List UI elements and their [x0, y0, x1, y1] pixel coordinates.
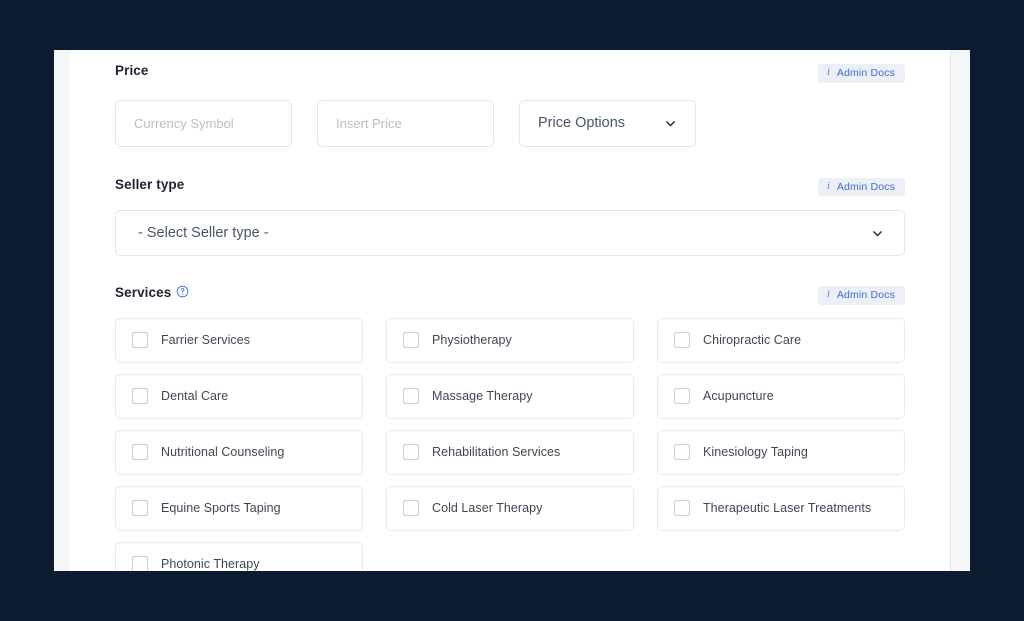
- service-label: Massage Therapy: [432, 389, 533, 403]
- checkbox-icon[interactable]: [132, 500, 148, 516]
- currency-symbol-placeholder: Currency Symbol: [134, 115, 234, 131]
- checkbox-icon[interactable]: [674, 500, 690, 516]
- services-header: Services i Admin Docs: [115, 285, 905, 305]
- checkbox-icon[interactable]: [674, 388, 690, 404]
- service-checkbox-item[interactable]: Physiotherapy: [386, 317, 634, 363]
- services-checkbox-grid: Farrier Services Physiotherapy Chiropracti…: [115, 317, 905, 571]
- service-label: Dental Care: [161, 389, 229, 403]
- info-icon: i: [826, 289, 830, 300]
- price-fields-row: Currency Symbol Insert Price Price Optio…: [115, 99, 905, 147]
- checkbox-icon[interactable]: [132, 388, 148, 404]
- checkbox-icon[interactable]: [403, 332, 419, 348]
- checkbox-icon[interactable]: [132, 444, 148, 460]
- price-header: Price i Admin Docs: [115, 64, 905, 83]
- service-checkbox-item[interactable]: Therapeutic Laser Treatments: [657, 485, 905, 531]
- service-checkbox-item[interactable]: Rehabilitation Services: [386, 429, 634, 475]
- service-label: Kinesiology Taping: [703, 445, 808, 459]
- price-label: Price: [115, 63, 149, 78]
- seller-type-value: - Select Seller type -: [138, 225, 269, 241]
- service-checkbox-item[interactable]: Photonic Therapy: [115, 541, 363, 571]
- admin-docs-button-seller-type[interactable]: i Admin Docs: [817, 177, 905, 196]
- form-content: Price i Admin Docs Currency Symbol Inser…: [70, 50, 950, 571]
- checkbox-icon[interactable]: [132, 332, 148, 348]
- panel-right-rail: [950, 50, 970, 571]
- price-options-value: Price Options: [538, 115, 626, 131]
- price-section: Price i Admin Docs Currency Symbol Inser…: [115, 50, 905, 147]
- service-checkbox-item[interactable]: Nutritional Counseling: [115, 429, 363, 475]
- panel-left-rail: [54, 50, 70, 571]
- seller-type-label: Seller type: [115, 176, 185, 192]
- question-circle-icon[interactable]: [176, 285, 189, 298]
- service-checkbox-item[interactable]: Acupuncture: [657, 373, 905, 419]
- seller-type-section: Seller type i Admin Docs - Select Seller…: [115, 147, 905, 256]
- service-label: Cold Laser Therapy: [432, 501, 543, 515]
- service-label: Therapeutic Laser Treatments: [703, 501, 872, 515]
- service-checkbox-item[interactable]: Chiropractic Care: [657, 317, 905, 363]
- admin-docs-label: Admin Docs: [836, 180, 895, 193]
- admin-docs-label: Admin Docs: [836, 67, 895, 79]
- checkbox-icon[interactable]: [132, 556, 148, 571]
- service-label: Farrier Services: [161, 333, 251, 347]
- service-label: Physiotherapy: [432, 333, 512, 347]
- service-label: Equine Sports Taping: [161, 501, 281, 515]
- admin-docs-button-price[interactable]: i Admin Docs: [817, 64, 905, 83]
- currency-symbol-input[interactable]: Currency Symbol: [115, 99, 292, 147]
- admin-docs-button-services[interactable]: i Admin Docs: [817, 286, 905, 305]
- checkbox-icon[interactable]: [403, 500, 419, 516]
- chevron-down-icon: [664, 117, 677, 130]
- service-label: Rehabilitation Services: [432, 445, 561, 459]
- checkbox-icon[interactable]: [674, 444, 690, 460]
- service-checkbox-item[interactable]: Massage Therapy: [386, 373, 634, 419]
- chevron-down-icon: [871, 227, 884, 240]
- service-checkbox-item[interactable]: Farrier Services: [115, 317, 363, 363]
- service-checkbox-item[interactable]: Dental Care: [115, 373, 363, 419]
- price-amount-placeholder: Insert Price: [336, 115, 402, 131]
- checkbox-icon[interactable]: [403, 388, 419, 404]
- service-checkbox-item[interactable]: Kinesiology Taping: [657, 429, 905, 475]
- seller-type-header: Seller type i Admin Docs: [115, 176, 905, 196]
- admin-docs-label: Admin Docs: [836, 289, 895, 301]
- app-window: Price i Admin Docs Currency Symbol Inser…: [54, 50, 970, 571]
- price-amount-input[interactable]: Insert Price: [317, 99, 494, 147]
- service-label: Nutritional Counseling: [161, 445, 285, 459]
- checkbox-icon[interactable]: [674, 332, 690, 348]
- service-label: Acupuncture: [703, 389, 774, 403]
- info-icon: i: [826, 67, 830, 78]
- service-label: Chiropractic Care: [703, 333, 802, 347]
- service-checkbox-item[interactable]: Equine Sports Taping: [115, 485, 363, 531]
- checkbox-icon[interactable]: [403, 444, 419, 460]
- services-label: Services: [115, 285, 189, 300]
- info-icon: i: [826, 180, 830, 192]
- price-options-select[interactable]: Price Options: [519, 99, 696, 147]
- service-label: Photonic Therapy: [161, 557, 260, 571]
- services-label-text: Services: [115, 285, 172, 300]
- seller-type-select[interactable]: - Select Seller type -: [115, 210, 905, 256]
- services-section: Services i Admin Docs Farrier Services Ph…: [115, 256, 905, 571]
- service-checkbox-item[interactable]: Cold Laser Therapy: [386, 485, 634, 531]
